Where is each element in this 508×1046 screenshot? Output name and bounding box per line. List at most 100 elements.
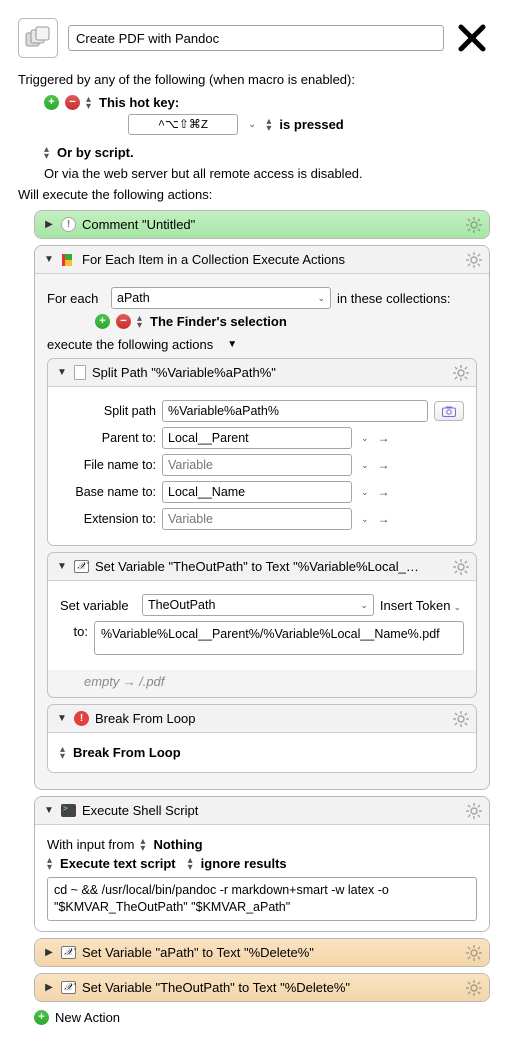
- arrow-icon: →: [378, 512, 390, 526]
- close-button[interactable]: [454, 20, 490, 56]
- basename-to-label: Base name to:: [60, 485, 156, 499]
- setvar-apath-title: Set Variable "aPath" to Text "%Delete%": [82, 945, 314, 960]
- gear-icon[interactable]: [465, 216, 483, 234]
- remove-collection-button[interactable]: −: [116, 314, 131, 329]
- foreach-title: For Each Item in a Collection Execute Ac…: [82, 252, 345, 267]
- shell-script-input[interactable]: cd ~ && /usr/local/bin/pandoc -r markdow…: [47, 877, 477, 921]
- triggered-label: Triggered by any of the following (when …: [18, 72, 490, 87]
- break-icon: !: [74, 711, 89, 726]
- gear-icon[interactable]: [452, 710, 470, 728]
- input-stepper[interactable]: ▴▾: [140, 838, 145, 852]
- splitpath-header[interactable]: ▼ Split Path "%Variable%aPath%": [48, 359, 476, 386]
- in-collections-label: in these collections:: [337, 291, 450, 306]
- foreach-variable-input[interactable]: [111, 287, 331, 309]
- add-collection-button[interactable]: +: [95, 314, 110, 329]
- setvar-outpath-header[interactable]: ▶ 𝒳 Set Variable "TheOutPath" to Text "%…: [35, 974, 489, 1001]
- variable-value-input[interactable]: %Variable%Local__Parent%/%Variable%Local…: [94, 621, 464, 655]
- disclosure-icon[interactable]: ▼: [56, 561, 68, 572]
- disclosure-icon[interactable]: ▼: [43, 254, 55, 265]
- loop-icon: [61, 253, 76, 266]
- split-path-input[interactable]: [162, 400, 428, 422]
- extension-to-input[interactable]: [162, 508, 352, 530]
- break-title: Break From Loop: [95, 711, 195, 726]
- collection-stepper[interactable]: ▴▾: [137, 315, 142, 329]
- execute-actions-label: execute the following actions: [47, 337, 213, 352]
- new-action-label: New Action: [55, 1010, 120, 1025]
- empty-hint-a: empty: [84, 674, 119, 689]
- hotkey-condition: is pressed: [279, 117, 343, 132]
- hotkey-menu-icon[interactable]: ⌄: [248, 119, 256, 130]
- gear-icon[interactable]: [465, 802, 483, 820]
- dropdown-icon[interactable]: ⌄: [314, 293, 328, 304]
- filename-to-label: File name to:: [60, 458, 156, 472]
- disclosure-icon[interactable]: ▼: [43, 805, 55, 816]
- macro-icon: [18, 18, 58, 58]
- warning-icon: !: [61, 217, 76, 232]
- foreach-header[interactable]: ▼ For Each Item in a Collection Execute …: [35, 246, 489, 273]
- trigger-stepper[interactable]: ▴▾: [86, 96, 91, 110]
- new-action-add-button[interactable]: +: [34, 1010, 49, 1025]
- hotkey-condition-stepper[interactable]: ▴▾: [266, 118, 271, 132]
- variable-icon: 𝒳: [74, 560, 89, 573]
- finder-selection-label: The Finder's selection: [150, 314, 287, 329]
- comment-action-header[interactable]: ▶ ! Comment "Untitled": [35, 211, 489, 238]
- disclosure-icon[interactable]: ▼: [227, 339, 237, 350]
- for-each-label: For each: [47, 291, 105, 306]
- macro-title-input[interactable]: [68, 25, 444, 51]
- hotkey-label: This hot key:: [99, 95, 179, 110]
- exec-stepper[interactable]: ▴▾: [47, 857, 52, 871]
- exec-label: Execute text script: [60, 856, 176, 871]
- shell-title: Execute Shell Script: [82, 803, 198, 818]
- comment-title: Comment "Untitled": [82, 217, 195, 232]
- gear-icon[interactable]: [465, 251, 483, 269]
- splitpath-title: Split Path "%Variable%aPath%": [92, 365, 276, 380]
- dropdown-icon[interactable]: ⌄: [358, 433, 372, 444]
- disclosure-icon[interactable]: ▼: [56, 367, 68, 378]
- gear-icon[interactable]: [465, 979, 483, 997]
- terminal-icon: [61, 804, 76, 817]
- dropdown-icon[interactable]: ⌄: [357, 600, 371, 611]
- break-body-label: Break From Loop: [73, 745, 181, 760]
- webserver-note: Or via the web server but all remote acc…: [18, 166, 490, 181]
- setvar-apath-header[interactable]: ▶ 𝒳 Set Variable "aPath" to Text "%Delet…: [35, 939, 489, 966]
- parent-to-input[interactable]: [162, 427, 352, 449]
- hotkey-display[interactable]: ^⌥⇧⌘Z: [128, 114, 238, 135]
- split-path-label: Split path: [60, 404, 156, 418]
- parent-to-label: Parent to:: [60, 431, 156, 445]
- gear-icon[interactable]: [465, 944, 483, 962]
- to-label: to:: [60, 621, 88, 639]
- dropdown-icon[interactable]: ⌄: [358, 514, 372, 525]
- insert-token-button[interactable]: Insert Token⌄: [380, 598, 464, 613]
- arrow-icon: →: [378, 458, 390, 472]
- ignore-stepper[interactable]: ▴▾: [188, 857, 193, 871]
- dropdown-icon[interactable]: ⌄: [358, 487, 372, 498]
- variable-icon: 𝒳: [61, 981, 76, 994]
- gear-icon[interactable]: [452, 558, 470, 576]
- disclosure-icon[interactable]: ▶: [43, 982, 55, 993]
- extension-to-label: Extension to:: [60, 512, 156, 526]
- break-stepper[interactable]: ▴▾: [60, 746, 65, 760]
- break-header[interactable]: ▼ ! Break From Loop: [48, 705, 476, 732]
- add-trigger-button[interactable]: +: [44, 95, 59, 110]
- arrow-icon: →: [378, 485, 390, 499]
- setvar-title: Set Variable "TheOutPath" to Text "%Vari…: [95, 559, 419, 574]
- remove-trigger-button[interactable]: −: [65, 95, 80, 110]
- script-stepper[interactable]: ▴▾: [44, 146, 49, 160]
- basename-to-input[interactable]: [162, 481, 352, 503]
- setvar-header[interactable]: ▼ 𝒳 Set Variable "TheOutPath" to Text "%…: [48, 553, 476, 580]
- disclosure-icon[interactable]: ▶: [43, 947, 55, 958]
- gear-icon[interactable]: [452, 364, 470, 382]
- script-trigger-label: Or by script.: [57, 145, 134, 160]
- disclosure-icon[interactable]: ▼: [56, 713, 68, 724]
- disclosure-icon[interactable]: ▶: [43, 219, 55, 230]
- camera-button[interactable]: [434, 401, 464, 421]
- filename-to-input[interactable]: [162, 454, 352, 476]
- ignore-label: ignore results: [201, 856, 287, 871]
- variable-name-input[interactable]: [142, 594, 374, 616]
- file-icon: [74, 365, 86, 380]
- shell-header[interactable]: ▼ Execute Shell Script: [35, 797, 489, 824]
- variable-icon: 𝒳: [61, 946, 76, 959]
- dropdown-icon[interactable]: ⌄: [358, 460, 372, 471]
- arrow-icon: →: [378, 431, 390, 445]
- empty-hint-b: /.pdf: [139, 674, 164, 689]
